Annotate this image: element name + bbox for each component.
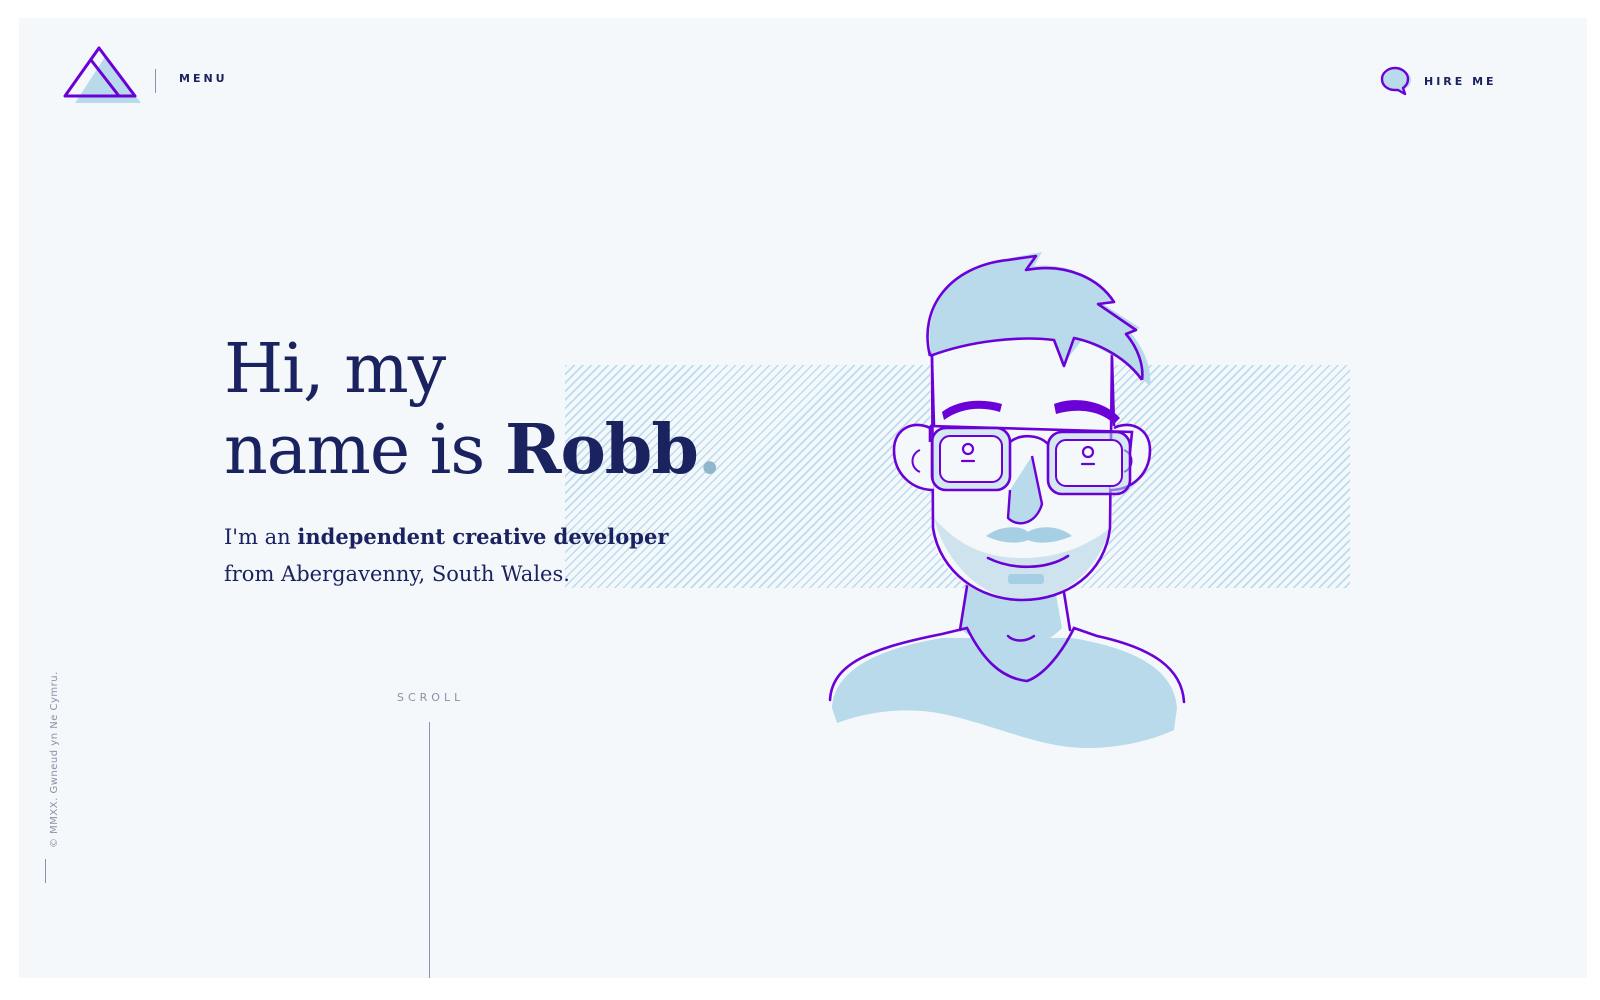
triangle-logo-icon[interactable] — [61, 45, 145, 107]
headline: Hi, my name is Robb. — [224, 330, 722, 491]
menu-button[interactable]: MENU — [179, 72, 228, 85]
headline-line-1: Hi, my — [224, 330, 446, 409]
soul-patch — [1008, 574, 1044, 584]
hire-me-label: HIRE ME — [1424, 74, 1497, 88]
intro-prefix: I'm an — [224, 525, 298, 549]
headline-line-2: name is Robb. — [224, 410, 722, 491]
intro-bold: independent creative developer — [297, 524, 669, 549]
intro-line-2: from Abergavenny, South Wales. — [224, 562, 570, 586]
copyright-text: © MMXX. Gwneud yn Ne Cymru. — [49, 671, 60, 848]
page-frame: MENU HIRE ME Hi, my name is Robb. I'm an… — [19, 18, 1587, 978]
copyright-line — [45, 859, 46, 883]
scroll-label[interactable]: SCROLL — [397, 691, 464, 704]
scroll-line — [429, 722, 430, 978]
intro-line-1: I'm an independent creative developer — [224, 518, 668, 556]
shoulders-fill — [832, 638, 1177, 748]
headline-dot: . — [697, 410, 722, 490]
robb-portrait-illustration — [828, 252, 1186, 748]
speech-bubble-icon — [1380, 66, 1411, 96]
headline-name: Robb — [504, 410, 699, 490]
menu-divider — [155, 69, 156, 93]
headline-prefix: name is — [224, 411, 505, 490]
left-ear — [892, 423, 935, 492]
hire-me-button[interactable]: HIRE ME — [1380, 64, 1497, 98]
intro-text: I'm an independent creative developer fr… — [224, 518, 668, 593]
